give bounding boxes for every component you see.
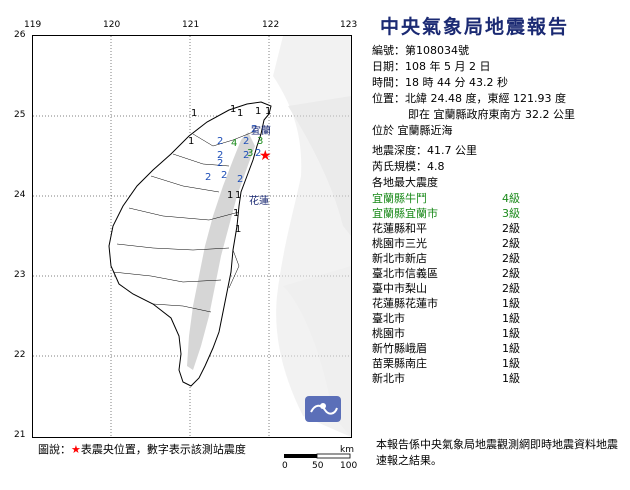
- intensity-place: 臺北市信義區: [372, 267, 438, 280]
- intensity-place: 新北市: [372, 372, 405, 385]
- lat-tick: 23: [14, 270, 26, 280]
- intensity-row: 臺北市信義區 2級: [372, 266, 627, 281]
- intensity-place: 苗栗縣南庄: [372, 357, 427, 370]
- station-label: 2: [221, 170, 227, 181]
- intensity-level: 2級: [502, 282, 520, 295]
- intensity-place: 新竹縣峨眉: [372, 342, 427, 355]
- scale-tick: 0: [282, 461, 288, 471]
- intensity-level: 3級: [502, 207, 520, 220]
- intensity-row: 桃園市 1級: [372, 326, 627, 341]
- intensity-header: 各地最大震度: [372, 176, 438, 189]
- intensity-row: 花蓮縣和平 2級: [372, 221, 627, 236]
- intensity-place: 宜蘭縣宜蘭市: [372, 207, 438, 220]
- legend-star-icon: ★: [71, 443, 81, 456]
- scale-tick: 100: [340, 461, 357, 471]
- scale-unit: km: [340, 445, 354, 455]
- intensity-row: 宜蘭縣宜蘭市 3級: [372, 206, 627, 221]
- taiwan-map: 1 1 1 1 1 1 2 2 2 2 2 2 2 3 3 4 2 2 2 1 …: [33, 36, 351, 437]
- lon-tick: 121: [182, 20, 200, 30]
- station-label: 1: [188, 136, 194, 147]
- intensity-place: 桃園市: [372, 327, 405, 340]
- intensity-level: 1級: [502, 327, 520, 340]
- report-panel: 中央氣象局地震報告 編號：第108034號 日期：108 年 5 月 2 日 時…: [372, 12, 627, 386]
- lat-tick: 24: [14, 190, 26, 200]
- station-label: 1: [265, 106, 271, 117]
- map-panel[interactable]: 1 1 1 1 1 1 2 2 2 2 2 2 2 3 3 4 2 2 2 1 …: [32, 35, 352, 438]
- intensity-place: 臺北市: [372, 312, 405, 325]
- intensity-place: 花蓮縣花蓮市: [372, 297, 438, 310]
- legend-prefix: 圖說：: [38, 443, 71, 456]
- station-label: 1: [230, 104, 236, 115]
- lon-tick: 119: [24, 20, 42, 30]
- intensity-place: 新北市新店: [372, 252, 427, 265]
- lat-tick: 26: [14, 30, 26, 40]
- lat-tick: 21: [14, 430, 26, 440]
- intensity-level: 1級: [502, 297, 520, 310]
- intensity-row: 苗栗縣南庄 1級: [372, 356, 627, 371]
- intensity-row: 新竹縣峨眉 1級: [372, 341, 627, 356]
- station-label: 1: [235, 224, 241, 235]
- station-label: 1: [227, 190, 233, 201]
- report-title: 中央氣象局地震報告: [380, 16, 570, 38]
- lat-tick: 22: [14, 350, 26, 360]
- report-time: 時間：18 時 44 分 43.2 秒: [372, 76, 508, 89]
- station-label: 1: [191, 108, 197, 119]
- intensity-list: 宜蘭縣牛鬥 4級 宜蘭縣宜蘭市 3級 花蓮縣和平 2級 桃園市三光 2級 新北市新店 2級 臺北市信…: [372, 191, 627, 386]
- intensity-row: 桃園市三光 2級: [372, 236, 627, 251]
- lon-tick: 123: [340, 20, 358, 30]
- report-date: 日期：108 年 5 月 2 日: [372, 60, 491, 73]
- scale-bar: km 0 50 100: [282, 444, 357, 471]
- intensity-place: 宜蘭縣牛鬥: [372, 192, 427, 205]
- station-label: 2: [217, 158, 223, 169]
- report-depth: 地震深度：41.7 公里: [372, 144, 477, 157]
- intensity-level: 2級: [502, 222, 520, 235]
- map-legend: 圖說：★表震央位置，數字表示該測站震度: [38, 441, 246, 457]
- intensity-level: 1級: [502, 372, 520, 385]
- intensity-row: 新北市 1級: [372, 371, 627, 386]
- station-label: 1: [237, 108, 243, 119]
- report-location-line3: 位於 宜蘭縣近海: [372, 124, 453, 137]
- intensity-place: 桃園市三光: [372, 237, 427, 250]
- epicenter-star-icon[interactable]: ★: [259, 148, 272, 164]
- cwb-logo: [305, 396, 341, 422]
- place-label-hualien: 花蓮: [249, 194, 269, 207]
- lat-tick: 25: [14, 110, 26, 120]
- station-label: 1: [233, 208, 239, 219]
- intensity-place: 臺中市梨山: [372, 282, 427, 295]
- legend-text: 表震央位置，數字表示該測站震度: [80, 443, 246, 456]
- lon-tick: 122: [262, 20, 280, 30]
- lon-tick: 120: [103, 20, 121, 30]
- intensity-level: 1級: [502, 357, 520, 370]
- sea-relief: [273, 36, 351, 437]
- station-label: 2: [217, 136, 223, 147]
- report-location: 位置：北緯 24.48 度，東經 121.93 度: [372, 92, 566, 105]
- intensity-level: 2級: [502, 267, 520, 280]
- station-label: 1: [235, 190, 241, 201]
- report-footnote: 本報告係中央氣象局地震觀測網即時地震資料地震速報之結果。: [376, 438, 618, 467]
- intensity-row: 新北市新店 2級: [372, 251, 627, 266]
- station-label: 3: [247, 148, 253, 159]
- report-number: 編號：第108034號: [372, 44, 469, 57]
- place-label-yilan: 宜蘭: [251, 124, 271, 137]
- station-label: 1: [255, 106, 261, 117]
- station-label: 2: [237, 174, 243, 185]
- station-label: 4: [231, 138, 237, 149]
- report-magnitude: 芮氏規模：4.8: [372, 160, 445, 173]
- station-label: 2: [205, 172, 211, 183]
- intensity-row: 臺北市 1級: [372, 311, 627, 326]
- intensity-row: 花蓮縣花蓮市 1級: [372, 296, 627, 311]
- station-label: 3: [257, 136, 263, 147]
- intensity-level: 1級: [502, 342, 520, 355]
- intensity-row: 宜蘭縣牛鬥 4級: [372, 191, 627, 206]
- scale-tick: 50: [312, 461, 324, 471]
- intensity-level: 4級: [502, 192, 520, 205]
- intensity-place: 花蓮縣和平: [372, 222, 427, 235]
- station-label: 2: [243, 136, 249, 147]
- intensity-level: 1級: [502, 312, 520, 325]
- intensity-level: 2級: [502, 252, 520, 265]
- intensity-level: 2級: [502, 237, 520, 250]
- report-location-line2: 即在 宜蘭縣政府東南方 32.2 公里: [408, 108, 575, 121]
- intensity-row: 臺中市梨山 2級: [372, 281, 627, 296]
